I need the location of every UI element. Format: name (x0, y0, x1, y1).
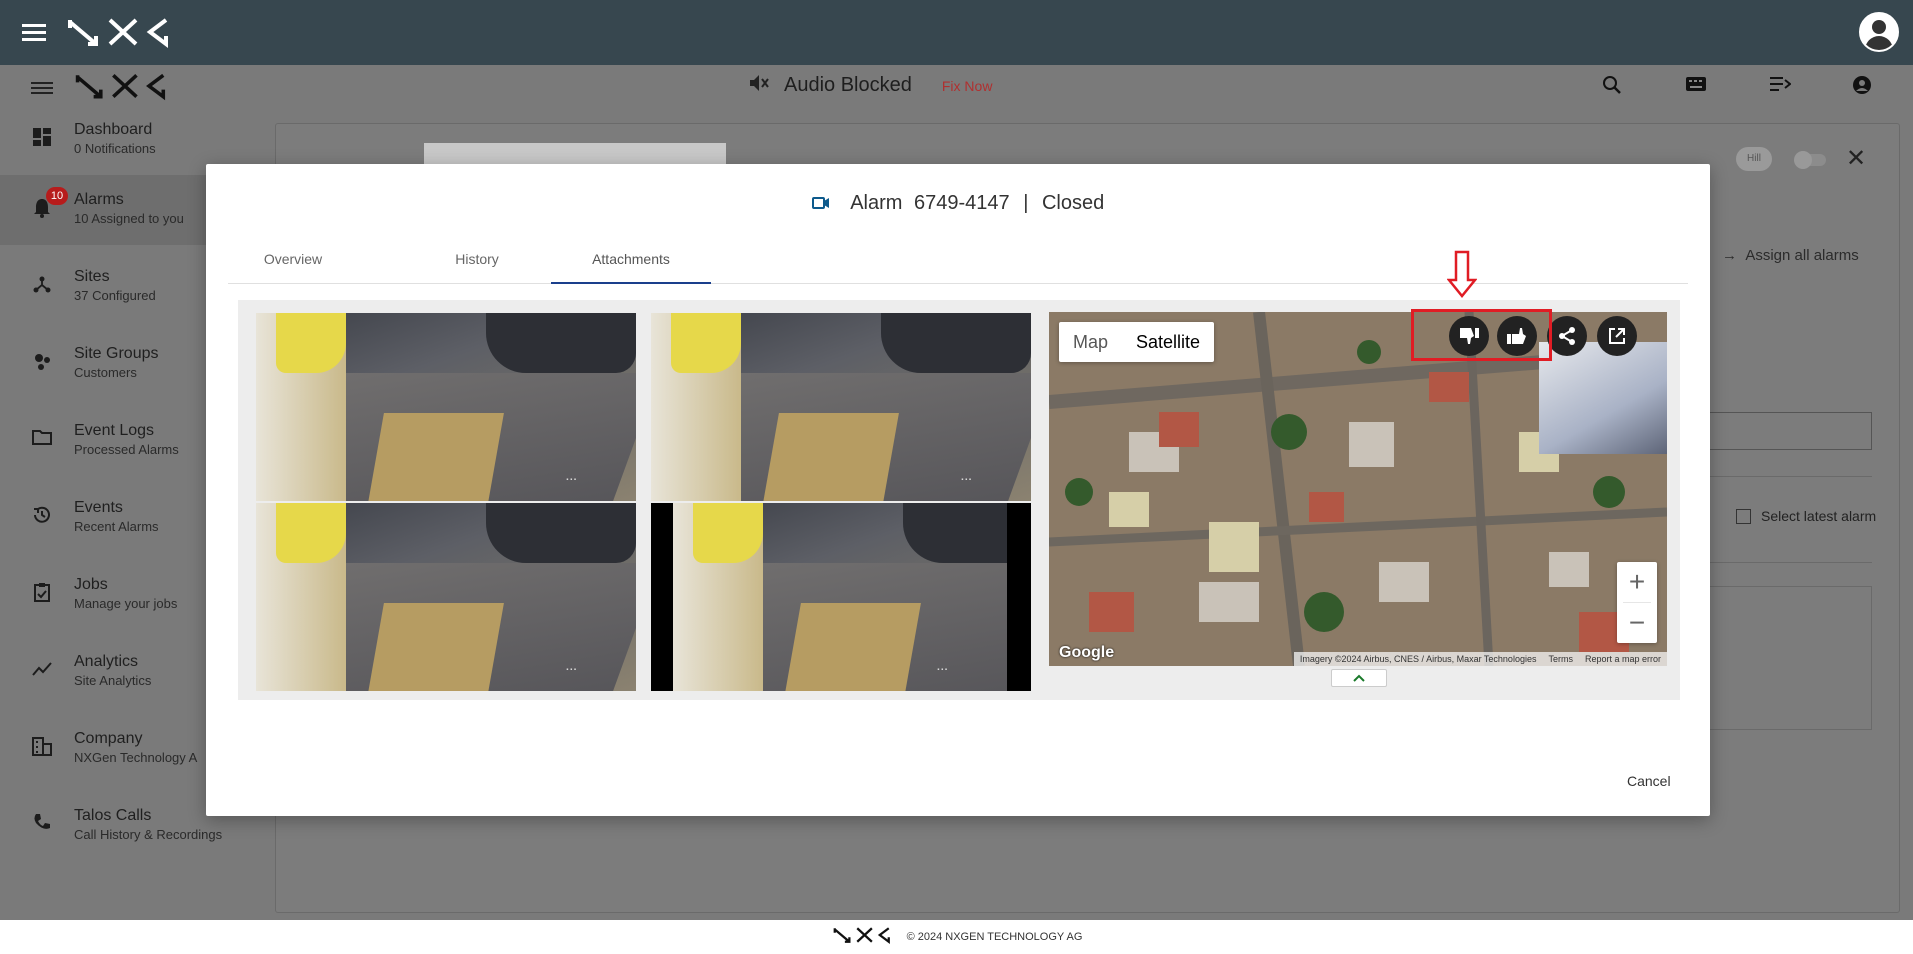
sidebar-item-title: Talos Calls (74, 807, 152, 824)
map-type-satellite[interactable]: Satellite (1122, 322, 1214, 362)
sidebar-item-title: Events (74, 499, 123, 516)
nxg-logo (831, 926, 897, 949)
site-groups-icon (30, 351, 54, 375)
zoom-out-button[interactable]: − (1617, 603, 1657, 643)
sidebar-item-subtitle: 10 Assigned to you (74, 211, 184, 226)
alarm-status: Closed (1041, 192, 1105, 214)
panel-input[interactable] (1700, 412, 1872, 450)
audio-muted-icon (748, 73, 770, 98)
camera-snapshot[interactable]: ▪ ▪ ▪ (651, 503, 1031, 691)
menu-icon[interactable] (30, 79, 54, 97)
share-icon[interactable] (1547, 316, 1587, 356)
open-external-icon[interactable] (1597, 316, 1637, 356)
report-map-error-link[interactable]: Report a map error (1585, 654, 1661, 664)
camera-snapshot[interactable]: ▪ ▪ ▪ (651, 313, 1031, 501)
sidebar-item-subtitle: Manage your jobs (74, 596, 178, 611)
cancel-button[interactable]: Cancel (1627, 773, 1671, 789)
sidebar-item-subtitle: Processed Alarms (74, 442, 179, 457)
collapse-toggle[interactable] (1331, 669, 1387, 687)
history-icon (30, 505, 54, 529)
divider (1700, 562, 1872, 563)
imagery-credit: Imagery ©2024 Airbus, CNES / Airbus, Max… (1299, 654, 1537, 664)
analytics-icon (30, 659, 54, 683)
google-logo: Google (1059, 644, 1115, 661)
video-camera-icon (811, 192, 830, 215)
camera-snapshot[interactable]: ▪ ▪ ▪ (256, 503, 636, 691)
panel-box (1700, 586, 1872, 730)
sidebar-item-title: Dashboard (74, 121, 153, 138)
sidebar-item-title: Event Logs (74, 422, 155, 439)
sidebar-item-subtitle: Call History & Recordings (74, 827, 223, 842)
sidebar-item-subtitle: 0 Notifications (74, 141, 156, 156)
queue-list-icon[interactable] (1769, 75, 1792, 98)
chevron-up-icon (1353, 674, 1365, 682)
terms-link[interactable]: Terms (1548, 654, 1573, 664)
sidebar-item-title: Jobs (74, 576, 108, 593)
nxg-logo[interactable] (66, 16, 178, 48)
top-bar (0, 0, 1913, 65)
sidebar-item-title: Analytics (74, 653, 139, 670)
menu-icon[interactable] (20, 20, 48, 44)
audio-status: Audio Blocked Fix Now (748, 73, 992, 98)
tab-overview[interactable]: Overview (228, 244, 358, 284)
copyright-text: © 2024 NXGEN TECHNOLOGY AG (906, 931, 1083, 943)
highlight-arrow-icon (1446, 250, 1478, 303)
arrow-right-icon: → (1722, 247, 1746, 264)
audio-blocked-label: Audio Blocked (784, 74, 912, 96)
sidebar-item-title: Company (74, 730, 143, 747)
nxg-logo[interactable] (74, 71, 174, 101)
sites-icon (30, 274, 54, 298)
assign-all-alarms-link[interactable]: → Assign all alarms (1722, 247, 1859, 264)
alarm-count-badge: 10 (46, 187, 68, 205)
keyboard-icon[interactable] (1685, 75, 1707, 98)
close-icon[interactable]: ✕ (1846, 144, 1866, 173)
title-separator: | (1023, 192, 1029, 214)
modal-title: Alarm 6749-4147 | Closed (206, 192, 1710, 215)
zoom-control: + − (1617, 562, 1657, 643)
sidebar-item-subtitle: NXGen Technology A (74, 750, 198, 765)
search-icon[interactable] (1602, 75, 1622, 101)
folder-icon (30, 428, 54, 452)
alarm-id: 6749-4147 (914, 192, 1010, 214)
hill-chip[interactable]: Hill (1736, 147, 1772, 171)
map-type-control: Map Satellite (1059, 322, 1215, 362)
jobs-icon (30, 582, 54, 606)
select-latest-label: Select latest alarm (1761, 508, 1877, 524)
sidebar-item-subtitle: Recent Alarms (74, 519, 159, 534)
map-type-map[interactable]: Map (1059, 322, 1122, 362)
app-header: Audio Blocked Fix Now (0, 65, 1913, 105)
sidebar-item-title: Alarms (74, 191, 124, 208)
toggle-switch[interactable] (1794, 151, 1826, 169)
divider (1700, 476, 1872, 477)
sidebar-item-subtitle: 37 Configured (74, 288, 156, 303)
assign-all-label: Assign all alarms (1745, 247, 1859, 264)
footer: © 2024 NXGEN TECHNOLOGY AG (0, 920, 1913, 954)
dashboard-icon (30, 127, 54, 151)
sidebar-item-subtitle: Site Analytics (74, 673, 152, 688)
user-avatar[interactable] (1859, 12, 1899, 52)
company-icon (30, 736, 54, 760)
fix-now-link[interactable]: Fix Now (942, 78, 993, 94)
map-attribution: Imagery ©2024 Airbus, CNES / Airbus, Max… (1293, 652, 1667, 666)
sidebar-item-title: Sites (74, 268, 110, 285)
select-latest-alarm[interactable]: Select latest alarm (1736, 508, 1876, 524)
camera-snapshot[interactable]: ▪ ▪ ▪ (256, 313, 636, 501)
sidebar-item-subtitle: Customers (74, 365, 137, 380)
tab-attachments[interactable]: Attachments (551, 244, 711, 284)
camera-overlay-thumbnail[interactable] (1539, 342, 1667, 454)
highlight-box (1411, 309, 1552, 361)
satellite-map[interactable]: Map Satellite + − Google Imagery ©2024 A… (1049, 312, 1667, 666)
account-icon[interactable] (1852, 75, 1872, 101)
tab-history[interactable]: History (412, 244, 542, 284)
select-latest-checkbox[interactable] (1736, 508, 1751, 524)
sidebar-item-title: Site Groups (74, 345, 159, 362)
phone-icon (30, 813, 54, 837)
alarm-label: Alarm (850, 192, 903, 214)
zoom-in-button[interactable]: + (1617, 562, 1657, 602)
